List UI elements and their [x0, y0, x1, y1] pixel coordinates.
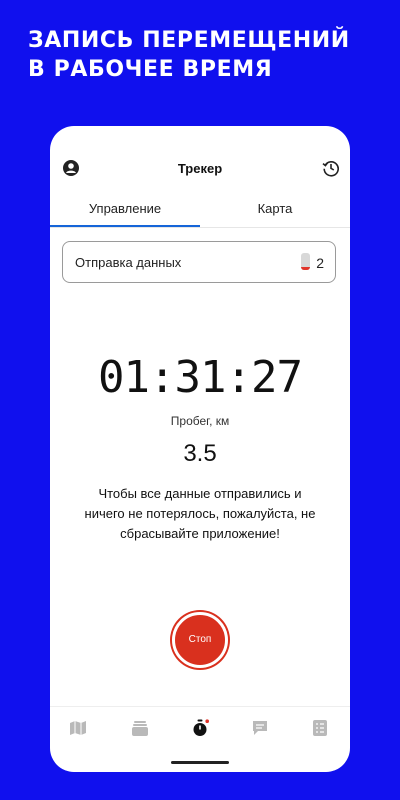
phone-screen: Трекер Управление Карта Отправка данных …: [50, 126, 350, 772]
data-sending-card[interactable]: Отправка данных 2: [62, 241, 336, 283]
map-icon[interactable]: [69, 719, 87, 737]
tab-control[interactable]: Управление: [50, 194, 200, 228]
stack-icon[interactable]: [131, 719, 149, 737]
tab-bar: Управление Карта: [50, 194, 350, 228]
active-tab-indicator: [50, 225, 200, 227]
elapsed-timer: 01:31:27: [98, 352, 303, 403]
mileage-value: 3.5: [183, 440, 217, 467]
promo-headline-line-1: ЗАПИСЬ ПЕРЕМЕЩЕНИЙ: [28, 28, 350, 53]
history-icon[interactable]: [322, 159, 340, 177]
mileage-label: Пробег, км: [170, 414, 230, 428]
tab-divider: [50, 227, 350, 228]
promo-headline: ЗАПИСЬ ПЕРЕМЕЩЕНИЙ В РАБОЧЕЕ ВРЕМЯ: [28, 26, 388, 84]
stop-button[interactable]: Стоп: [172, 612, 228, 668]
home-indicator: [171, 761, 229, 764]
app-header: Трекер: [50, 126, 350, 190]
warning-note-line-2: ничего не потерялось, пожалуйста, не: [84, 506, 316, 521]
pending-count: 2: [316, 255, 324, 271]
warning-note: Чтобы все данные отправились и ничего не…: [68, 484, 332, 544]
warning-note-line-1: Чтобы все данные отправились и: [98, 486, 302, 501]
battery-icon: [301, 253, 310, 270]
warning-note-line-3: сбрасывайте приложение!: [120, 526, 280, 541]
promo-headline-line-2: В РАБОЧЕЕ ВРЕМЯ: [28, 57, 273, 82]
stopwatch-icon[interactable]: [191, 719, 209, 737]
list-icon[interactable]: [311, 719, 329, 737]
tab-map[interactable]: Карта: [200, 194, 350, 228]
data-sending-label: Отправка данных: [75, 255, 182, 270]
chat-icon[interactable]: [251, 719, 269, 737]
page-title: Трекер: [177, 161, 223, 176]
bottom-nav: [50, 706, 350, 751]
